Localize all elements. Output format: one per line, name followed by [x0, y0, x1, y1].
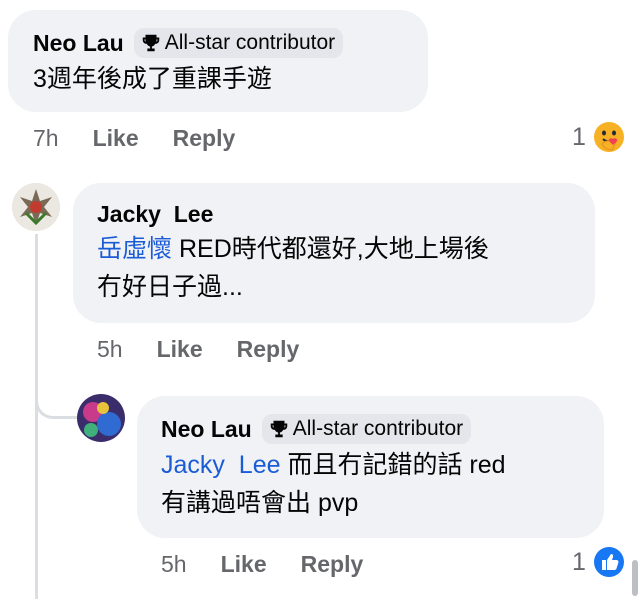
comment-time[interactable]: 5h — [97, 336, 123, 363]
comment-author[interactable]: Jacky Lee — [97, 201, 213, 228]
trophy-icon — [270, 420, 287, 438]
avatar[interactable] — [12, 183, 60, 231]
reaction-count: 1 — [572, 547, 586, 576]
comment-author[interactable]: Neo Lau — [161, 416, 252, 443]
comment-actions: 7h Like Reply — [33, 125, 235, 152]
thread-line-branch — [35, 385, 79, 419]
reaction-count: 1 — [572, 122, 586, 151]
reply-button[interactable]: Reply — [173, 125, 236, 152]
like-button[interactable]: Like — [221, 551, 267, 578]
avatar[interactable] — [77, 394, 125, 442]
comment-author[interactable]: Neo Lau — [33, 30, 124, 57]
reply-button[interactable]: Reply — [237, 336, 300, 363]
avatar-image — [77, 394, 125, 442]
contributor-badge[interactable]: All-star contributor — [261, 414, 472, 444]
like-button[interactable]: Like — [93, 125, 139, 152]
comment-bubble: Jacky Lee 岳虛懷 RED時代都還好,大地上場後 冇好日子過... — [73, 183, 595, 323]
like-button[interactable]: Like — [157, 336, 203, 363]
comment-text-line2: 冇好日子過... — [97, 273, 243, 301]
comment-text-line1: 而且冇記錯的話 red — [280, 451, 506, 479]
comment-text: Jacky Lee 而且冇記錯的話 red 有講過唔會出 pvp — [161, 446, 604, 522]
mention-link[interactable]: 岳虛懷 — [97, 235, 172, 263]
comment-actions: 5h Like Reply — [161, 551, 363, 578]
care-reaction-icon — [593, 122, 624, 152]
comment-bubble: Neo Lau All-star contributor Jacky Lee 而… — [137, 396, 604, 538]
comment-text-line2: 有講過唔會出 pvp — [161, 489, 359, 517]
comment-bubble: Neo Lau All-star contributor 3週年後成了重課手遊 — [8, 10, 428, 112]
comment-text: 3週年後成了重課手遊 — [33, 65, 272, 93]
reaction-summary[interactable]: 1 — [572, 545, 626, 579]
thread-line-top — [35, 234, 38, 599]
mention-link[interactable]: Jacky Lee — [161, 451, 281, 479]
comment-time[interactable]: 5h — [161, 551, 187, 578]
avatar-image — [12, 183, 60, 231]
badge-label: All-star contributor — [292, 417, 464, 440]
reply-button[interactable]: Reply — [301, 551, 364, 578]
comment-actions: 5h Like Reply — [97, 336, 299, 363]
like-reaction-icon — [593, 547, 624, 577]
scrollbar[interactable] — [632, 560, 638, 596]
badge-label: All-star contributor — [164, 31, 336, 54]
contributor-badge[interactable]: All-star contributor — [133, 28, 344, 58]
reaction-summary[interactable]: 1 — [572, 120, 626, 154]
trophy-icon — [142, 34, 159, 52]
comment-text-line1: RED時代都還好,大地上場後 — [172, 235, 489, 263]
comment-text: 岳虛懷 RED時代都還好,大地上場後 冇好日子過... — [97, 230, 595, 306]
comment-time[interactable]: 7h — [33, 125, 59, 152]
